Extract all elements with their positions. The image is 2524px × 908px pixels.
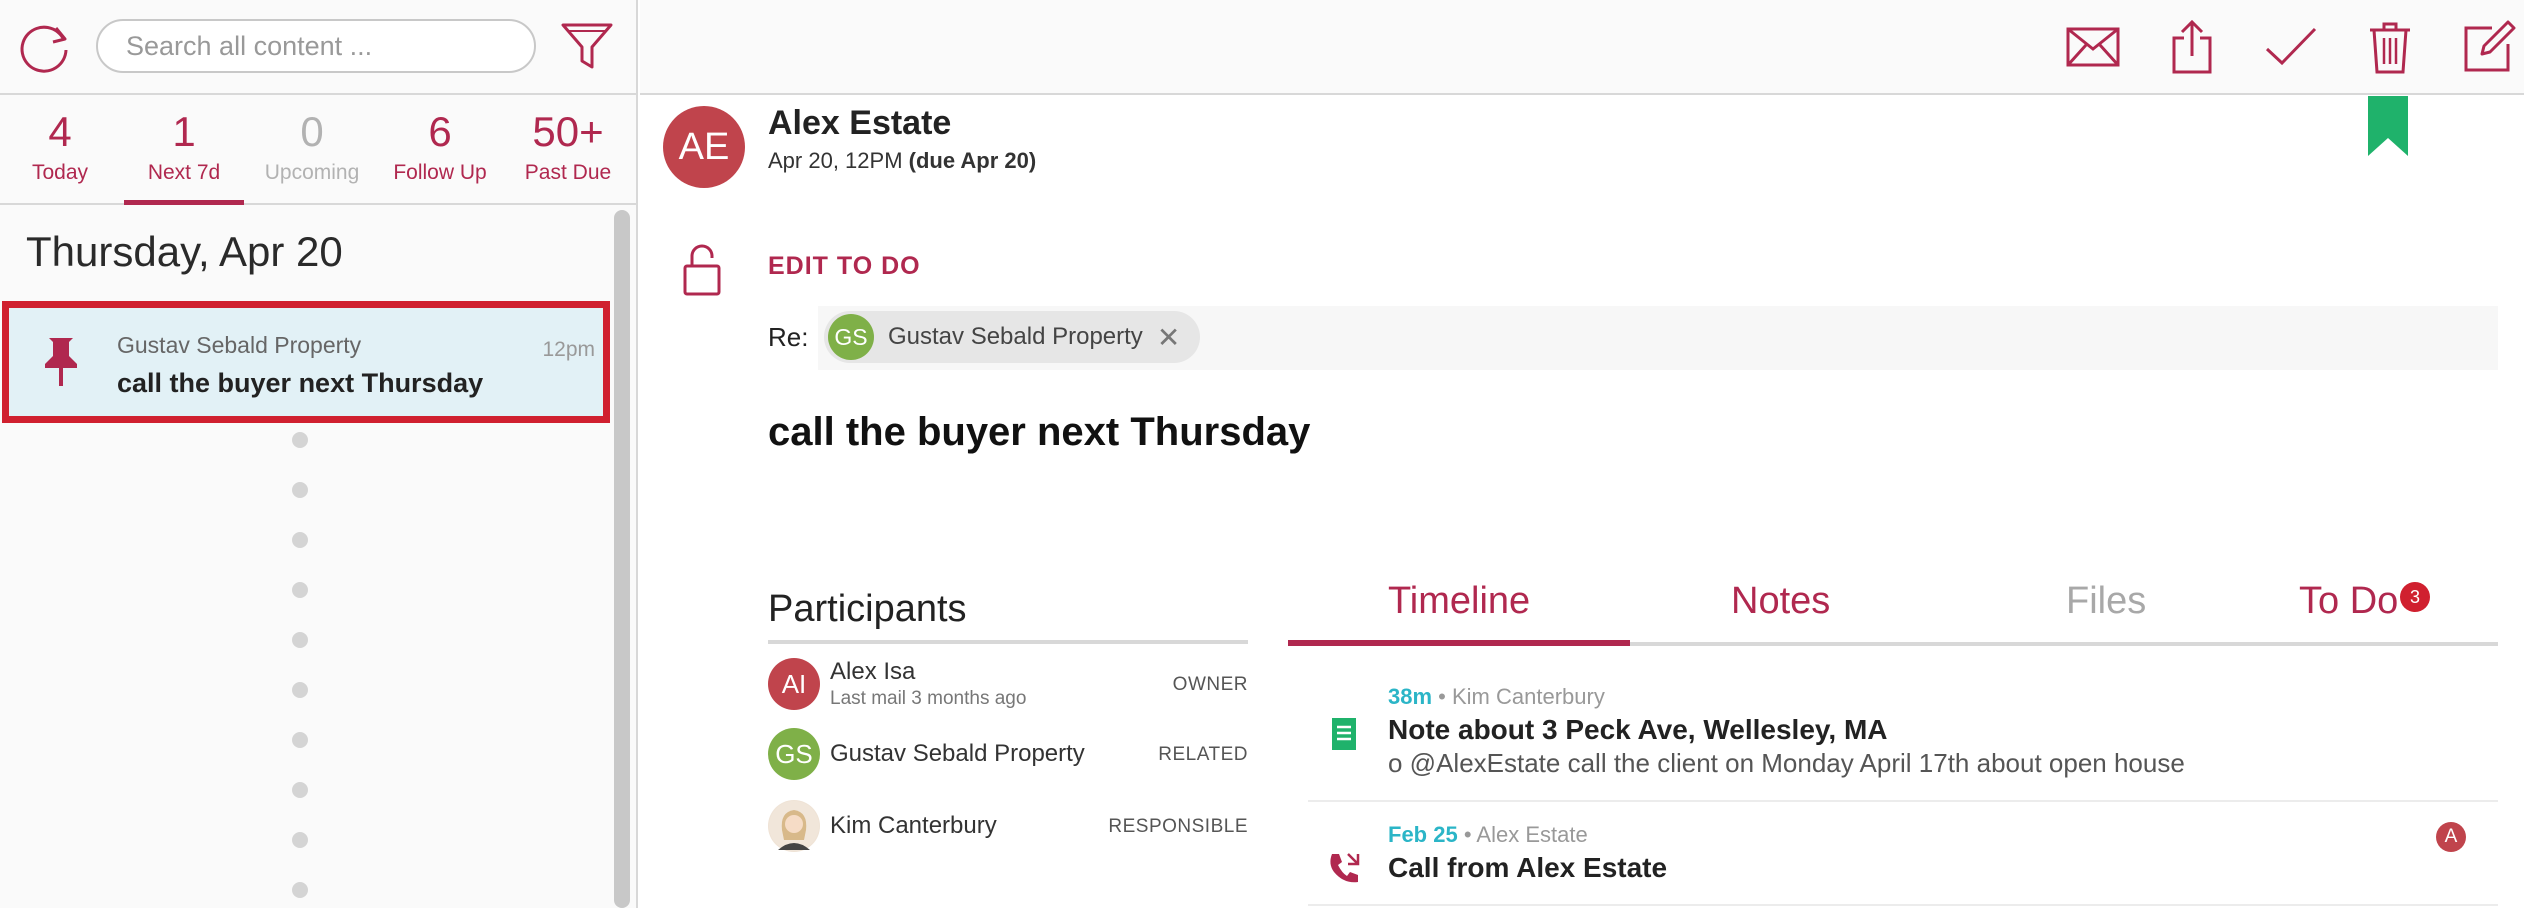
- tab-count: 6: [428, 108, 452, 155]
- date-heading: Thursday, Apr 20: [26, 228, 343, 275]
- timeline-heading: Call from Alex Estate: [1388, 852, 1668, 883]
- todo-count-badge: 3: [2400, 582, 2430, 612]
- tab-label: Next 7d: [147, 161, 221, 184]
- participant-role: OWNER: [1172, 674, 1248, 695]
- tab-count: 4: [48, 108, 72, 155]
- tab-count: 1: [172, 108, 196, 155]
- scrollbar[interactable]: [614, 210, 630, 908]
- avatar-photo: [768, 800, 820, 852]
- phone-icon: [1330, 853, 1360, 883]
- todo-list-pane: 4 Today 1 Next 7d 0 Upcoming 6 Follow Up 50+…: [0, 0, 638, 908]
- due-date: Apr 20, 12PM (due Apr 20): [768, 148, 1036, 174]
- list-header: [0, 0, 636, 95]
- tab-files[interactable]: Files: [2066, 580, 2146, 623]
- participant-role: RESPONSIBLE: [1108, 816, 1248, 837]
- participant-row[interactable]: GS Gustav Sebald Property RELATED: [768, 726, 1248, 782]
- edit-todo-link[interactable]: EDIT TO DO: [768, 252, 921, 281]
- edit-icon[interactable]: [2456, 14, 2522, 80]
- divider: [1308, 904, 2498, 906]
- tab-count: 50+: [532, 108, 604, 155]
- tab-label: Follow Up: [393, 161, 487, 184]
- participant-name: Alex Isa: [830, 658, 916, 685]
- tab-notes[interactable]: Notes: [1731, 580, 1830, 623]
- tab-label: Past Due: [524, 161, 612, 184]
- participant-row[interactable]: AI Alex Isa Last mail 3 months ago OWNER: [768, 656, 1248, 712]
- tab-upcoming[interactable]: 0 Upcoming: [248, 97, 376, 203]
- participant-subtitle: Last mail 3 months ago: [830, 688, 1027, 709]
- trash-icon[interactable]: [2357, 14, 2423, 80]
- avatar[interactable]: AE: [663, 106, 745, 188]
- active-tab-indicator: [1288, 640, 1630, 646]
- filter-icon[interactable]: [556, 14, 618, 76]
- avatar: GS: [768, 728, 820, 780]
- avatar: AI: [768, 658, 820, 710]
- participants-heading: Participants: [768, 588, 967, 630]
- timeline-time: Feb 25: [1388, 822, 1458, 847]
- timeline-item[interactable]: Feb 25 • Alex Estate Call from Alex Esta…: [1308, 818, 2498, 904]
- timeline-item[interactable]: 38m • Kim Canterbury Note about 3 Peck A…: [1308, 680, 2498, 800]
- list-filter-tabs: 4 Today 1 Next 7d 0 Upcoming 6 Follow Up 50+…: [0, 97, 636, 205]
- loading-dots: [292, 432, 308, 908]
- timeline-author: • Kim Canterbury: [1438, 684, 1605, 709]
- tab-today[interactable]: 4 Today: [0, 97, 120, 203]
- item-title: call the buyer next Thursday: [117, 368, 484, 398]
- participant-role: RELATED: [1158, 744, 1248, 765]
- timeline-meta: 38m • Kim Canterbury: [1388, 684, 1605, 710]
- timeline-time: 38m: [1388, 684, 1433, 709]
- tab-timeline[interactable]: Timeline: [1388, 580, 1530, 623]
- list-item[interactable]: Gustav Sebald Property call the buyer ne…: [2, 301, 610, 423]
- detail-toolbar: [640, 0, 2524, 95]
- checkmark-icon[interactable]: [2258, 14, 2324, 80]
- todo-title[interactable]: call the buyer next Thursday: [768, 410, 1310, 455]
- item-time: 12pm: [542, 338, 595, 361]
- participant-name: Gustav Sebald Property: [830, 740, 1085, 767]
- avatar[interactable]: A: [2436, 822, 2466, 852]
- note-icon: [1332, 718, 1356, 750]
- tab-label: Upcoming: [264, 161, 360, 184]
- participant-row[interactable]: Kim Canterbury RESPONSIBLE: [768, 798, 1248, 854]
- timeline-meta: Feb 25 • Alex Estate: [1388, 822, 1588, 848]
- tab-next-7d[interactable]: 1 Next 7d: [120, 97, 248, 205]
- due-datetime: Apr 20, 12PM: [768, 148, 903, 173]
- tab-follow-up[interactable]: 6 Follow Up: [376, 97, 504, 203]
- close-icon[interactable]: ✕: [1157, 321, 1180, 354]
- detail-tabs: Timeline Notes Files To Do: [1288, 580, 2498, 646]
- divider: [1308, 800, 2498, 802]
- tab-label: Today: [31, 161, 89, 184]
- tab-todo[interactable]: To Do: [2299, 580, 2398, 623]
- divider: [768, 640, 1248, 644]
- timeline-heading: Note about 3 Peck Ave, Wellesley, MA: [1388, 714, 1888, 745]
- unlock-icon[interactable]: [682, 244, 722, 296]
- mail-icon[interactable]: [2060, 14, 2126, 80]
- tab-past-due[interactable]: 50+ Past Due: [504, 97, 632, 203]
- bookmark-icon[interactable]: [2366, 96, 2410, 158]
- tab-count: 0: [300, 108, 324, 155]
- share-icon[interactable]: [2159, 14, 2225, 80]
- participant-name: Kim Canterbury: [830, 812, 997, 839]
- due-label: (due Apr 20): [908, 148, 1037, 173]
- item-property: Gustav Sebald Property: [117, 332, 362, 358]
- timeline-body: o @AlexEstate call the client on Monday …: [1388, 748, 2185, 778]
- refresh-icon[interactable]: [14, 16, 76, 78]
- regarding-chip[interactable]: GS Gustav Sebald Property ✕: [824, 311, 1201, 363]
- search-input[interactable]: [96, 19, 536, 73]
- regarding-label: Re:: [768, 322, 809, 352]
- avatar: GS: [828, 314, 874, 360]
- timeline-author: • Alex Estate: [1463, 822, 1588, 847]
- contact-name[interactable]: Alex Estate: [768, 104, 951, 143]
- chip-label: Gustav Sebald Property: [888, 323, 1143, 350]
- pin-icon: [45, 338, 77, 386]
